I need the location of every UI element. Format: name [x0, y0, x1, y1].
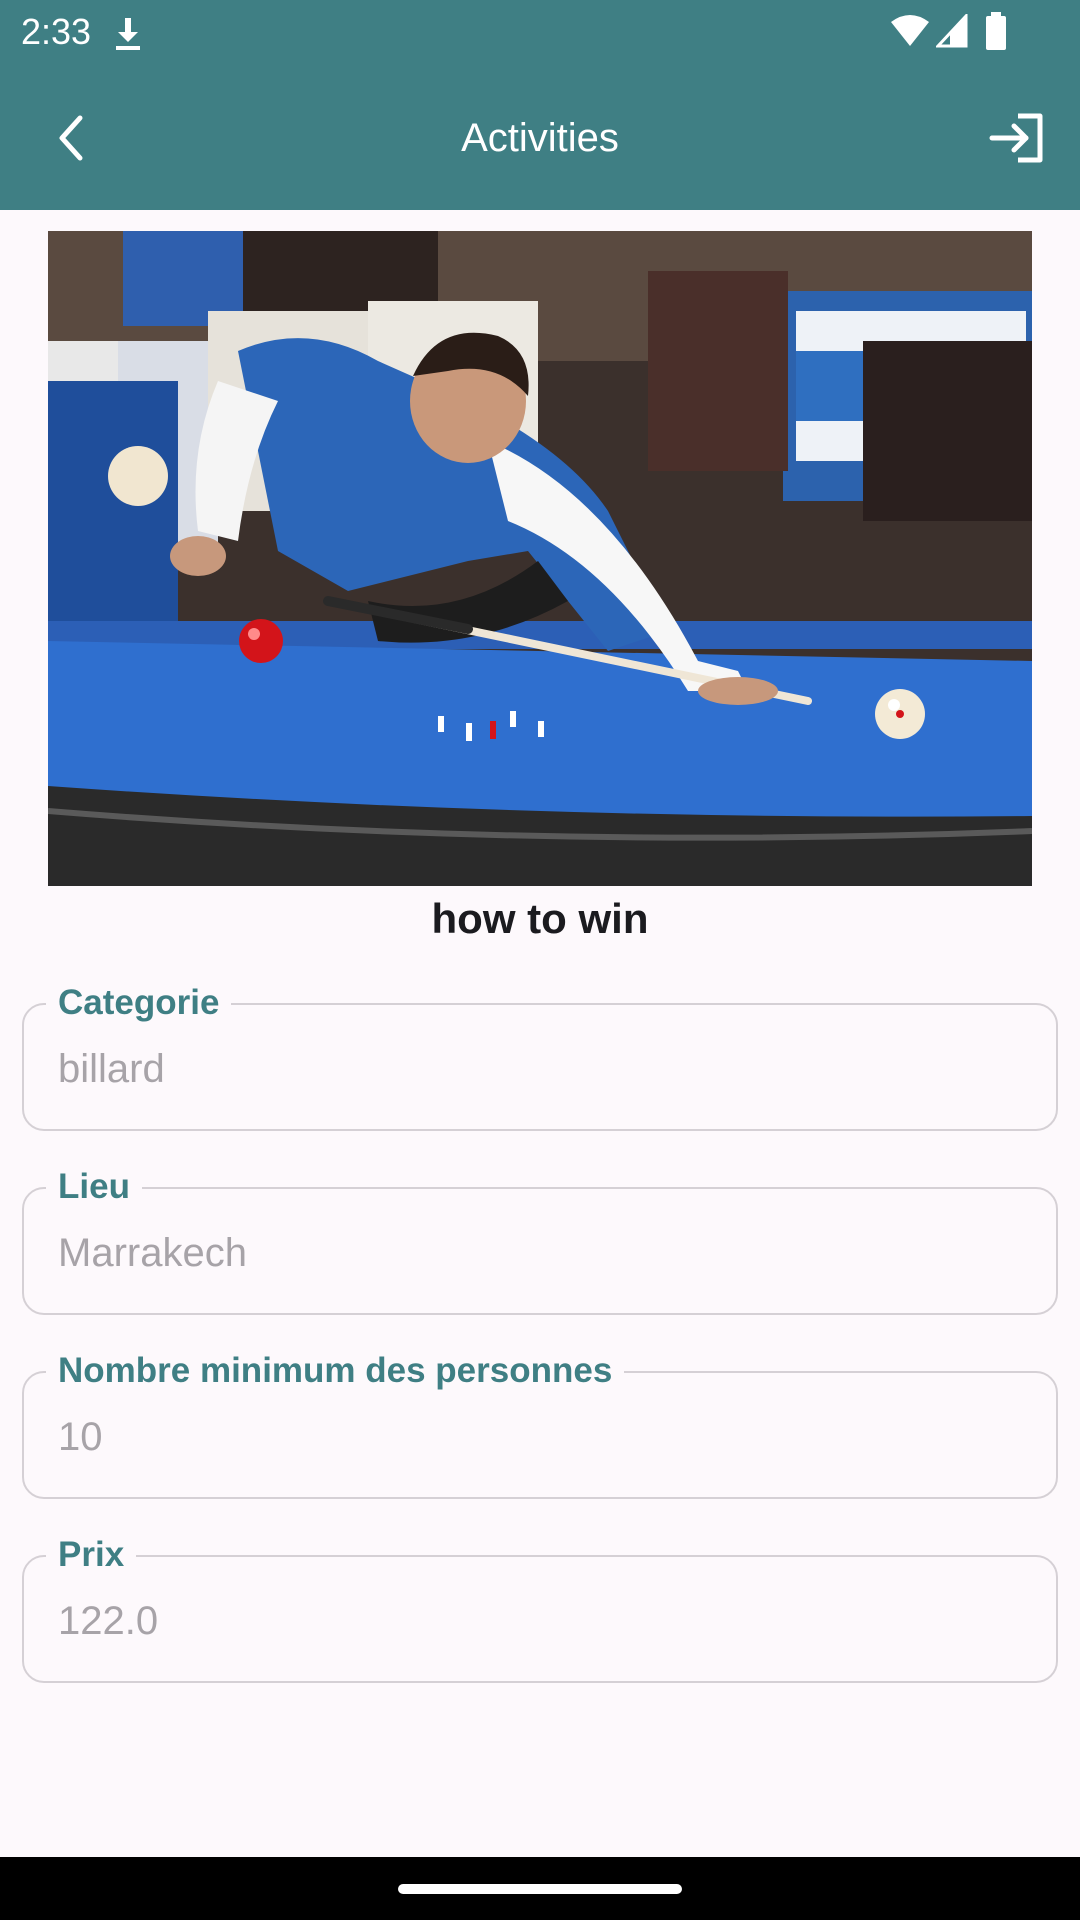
activity-detail-screen: 2:33 Activities how to win Categorie bil…: [0, 0, 1080, 1920]
billiards-player-photo: [48, 231, 1032, 886]
category-field[interactable]: Categorie billard: [22, 981, 1058, 1131]
category-value: billard: [58, 1047, 165, 1091]
min-people-field[interactable]: Nombre minimum des personnes 10: [22, 1349, 1058, 1499]
login-icon: [989, 113, 1043, 163]
wifi-icon: [891, 15, 929, 46]
price-field[interactable]: Prix 122.0: [22, 1533, 1058, 1683]
category-label: Categorie: [46, 981, 232, 1025]
page-title: Activities: [461, 116, 619, 160]
app-bar: Activities: [0, 66, 1080, 210]
price-label: Prix: [46, 1533, 137, 1577]
activity-image: [48, 231, 1032, 886]
chevron-left-icon: [59, 115, 83, 161]
location-field[interactable]: Lieu Marrakech: [22, 1165, 1058, 1315]
login-button[interactable]: [978, 102, 1056, 174]
location-value: Marrakech: [58, 1231, 247, 1275]
download-icon: [116, 18, 140, 50]
price-value: 122.0: [58, 1599, 159, 1643]
cellular-signal-icon: [936, 14, 968, 48]
battery-icon: [986, 12, 1006, 50]
back-button[interactable]: [36, 102, 108, 174]
location-label: Lieu: [46, 1165, 142, 1209]
status-bar: 2:33: [0, 0, 1080, 66]
min-people-value: 10: [58, 1415, 103, 1459]
system-nav-bar: [0, 1857, 1080, 1920]
home-indicator[interactable]: [398, 1884, 682, 1894]
status-time: 2:33: [21, 11, 92, 52]
activity-title: how to win: [431, 895, 649, 942]
min-people-label: Nombre minimum des personnes: [46, 1349, 625, 1393]
